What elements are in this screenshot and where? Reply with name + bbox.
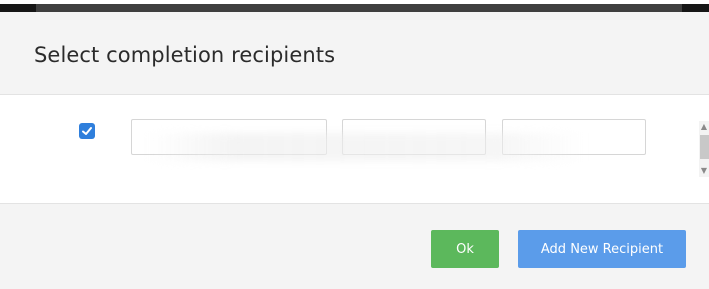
add-new-recipient-button[interactable]: Add New Recipient — [518, 230, 686, 268]
scrollbar-thumb[interactable] — [700, 135, 709, 159]
recipients-list: ▲ ▼ — [0, 95, 709, 203]
chevron-down-icon[interactable]: ▼ — [699, 165, 709, 177]
dialog-header: Select completion recipients — [0, 12, 709, 95]
chevron-up-icon[interactable]: ▲ — [699, 121, 709, 133]
top-strip — [0, 0, 709, 12]
ok-button[interactable]: Ok — [431, 230, 499, 268]
recipient-checkbox[interactable] — [79, 123, 95, 139]
dialog-footer: Ok Add New Recipient — [0, 203, 709, 289]
redacted-content — [145, 133, 585, 161]
top-strip-edge-right — [682, 4, 709, 12]
top-strip-edge-left — [0, 4, 36, 12]
top-strip-bar — [36, 4, 682, 12]
vertical-scrollbar[interactable]: ▲ ▼ — [699, 121, 709, 177]
dialog-title: Select completion recipients — [34, 43, 336, 67]
checkmark-icon — [82, 127, 92, 135]
